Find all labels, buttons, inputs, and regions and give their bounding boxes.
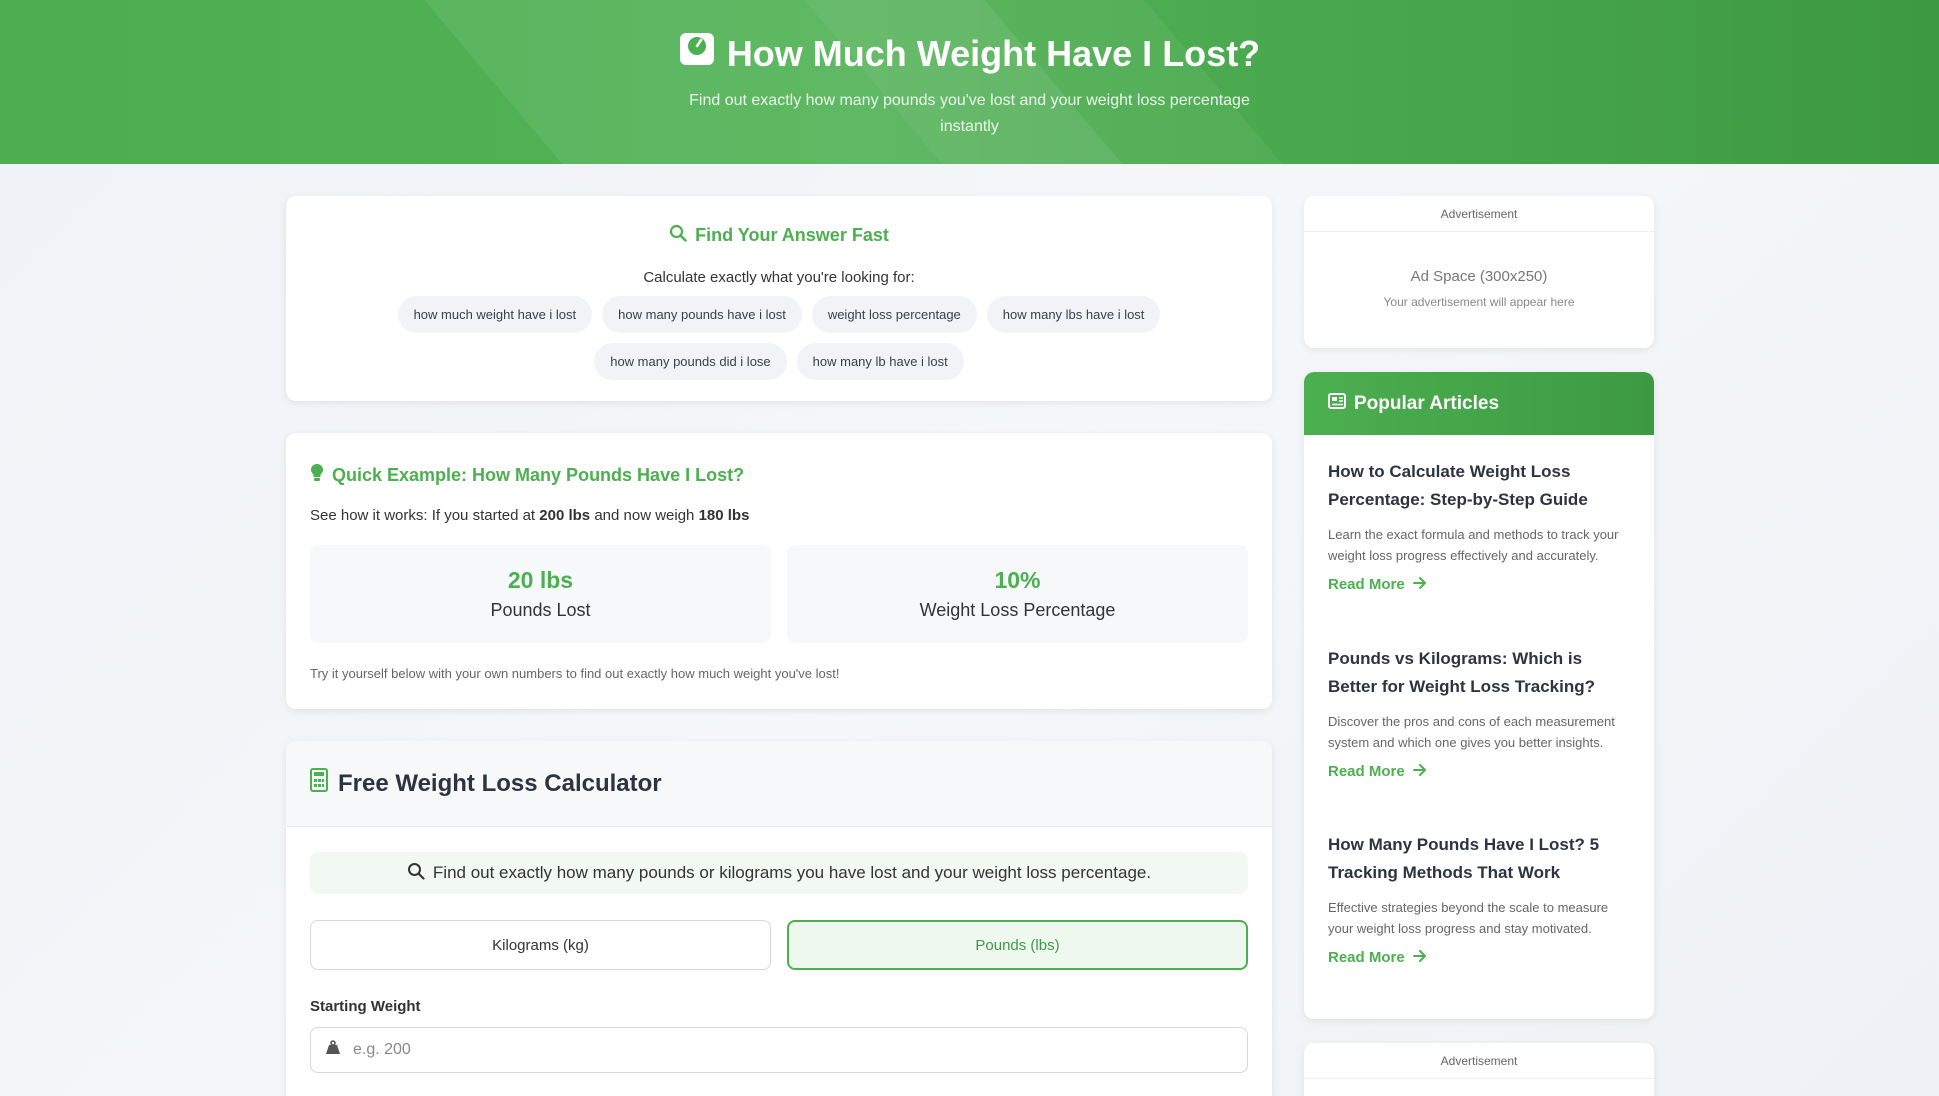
example-desc-middle: and now weigh	[590, 507, 699, 524]
weight-loss-percentage-label: Weight Loss Percentage	[919, 600, 1116, 620]
quick-example-heading: Quick Example: How Many Pounds Have I Lo…	[310, 463, 744, 487]
arrow-right-icon	[1412, 576, 1427, 593]
article-item: How to Calculate Weight Loss Percentage:…	[1328, 458, 1630, 593]
example-current-weight: 180 lbs	[698, 507, 750, 524]
read-more-link[interactable]: Read More	[1328, 949, 1630, 966]
quick-example-heading-text: Quick Example: How Many Pounds Have I Lo…	[332, 464, 745, 485]
advertisement-box: Advertisement Ad Space (300x250) Your ad…	[1304, 196, 1654, 348]
article-description: Discover the pros and cons of each measu…	[1328, 714, 1615, 750]
ad-space-text: Ad Space (300x250)	[1410, 268, 1548, 285]
chip-weight-loss-percentage[interactable]: weight loss percentage	[811, 296, 977, 333]
calculator-info-text: Find out exactly how many pounds or kilo…	[432, 863, 1152, 882]
starting-weight-input[interactable]	[353, 1041, 1213, 1059]
example-start-weight: 200 lbs	[539, 507, 591, 524]
calculator-header: Free Weight Loss Calculator	[286, 741, 1272, 827]
page-title-text: How Much Weight Have I Lost?	[726, 32, 1261, 74]
page-title: How Much Weight Have I Lost?	[0, 32, 1939, 75]
popular-articles-card: Popular Articles How to Calculate Weight…	[1304, 372, 1654, 1019]
article-title[interactable]: How Many Pounds Have I Lost? 5 Tracking …	[1328, 831, 1630, 887]
advertisement-box-2: Advertisement	[1304, 1043, 1654, 1096]
chip-how-many-pounds[interactable]: how many pounds have i lost	[602, 296, 802, 333]
pounds-lost-value: 20 lbs	[507, 567, 574, 593]
chip-how-many-lbs[interactable]: how many lbs have i lost	[986, 296, 1161, 333]
read-more-link[interactable]: Read More	[1328, 576, 1630, 593]
find-answer-heading: Find Your Answer Fast	[286, 224, 1272, 247]
calculator-icon	[310, 768, 328, 799]
weight-loss-percentage-stat: 10% Weight Loss Percentage	[787, 545, 1248, 643]
article-title[interactable]: Pounds vs Kilograms: Which is Better for…	[1328, 645, 1630, 701]
article-item: How Many Pounds Have I Lost? 5 Tracking …	[1328, 831, 1630, 966]
calculator-title: Free Weight Loss Calculator	[338, 769, 662, 797]
read-more-text: Read More	[1328, 949, 1405, 966]
unit-kilograms-button[interactable]: Kilograms (kg)	[310, 920, 771, 970]
chip-how-much-weight[interactable]: how much weight have i lost	[397, 296, 593, 333]
pounds-lost-label: Pounds Lost	[490, 600, 591, 620]
weight-scale-icon	[679, 32, 715, 75]
calculator-card: Free Weight Loss Calculator Find out exa…	[286, 741, 1272, 1096]
page-subtitle: Find out exactly how many pounds you've …	[689, 92, 1250, 135]
find-answer-card: Find Your Answer Fast Calculate exactly …	[286, 196, 1272, 401]
popular-articles-title: Popular Articles	[1354, 392, 1500, 414]
arrow-right-icon	[1412, 763, 1427, 780]
example-note: Try it yourself below with your own numb…	[310, 666, 840, 681]
read-more-text: Read More	[1328, 576, 1405, 593]
arrow-right-icon	[1412, 949, 1427, 966]
quick-example-card: Quick Example: How Many Pounds Have I Lo…	[286, 433, 1272, 709]
find-answer-lead: Calculate exactly what you're looking fo…	[643, 269, 915, 286]
starting-weight-label: Starting Weight	[310, 998, 421, 1015]
popular-articles-header: Popular Articles	[1304, 372, 1654, 435]
article-description: Effective strategies beyond the scale to…	[1328, 900, 1609, 936]
chip-how-many-pounds-did-i-lose[interactable]: how many pounds did i lose	[594, 343, 787, 380]
weight-loss-percentage-value: 10%	[994, 567, 1041, 593]
article-item: Pounds vs Kilograms: Which is Better for…	[1328, 645, 1630, 780]
newspaper-icon	[1328, 392, 1346, 415]
article-description: Learn the exact formula and methods to t…	[1328, 527, 1619, 563]
chip-how-many-lb[interactable]: how many lb have i lost	[796, 343, 964, 380]
ad-label: Advertisement	[1304, 1043, 1654, 1079]
lightbulb-icon	[310, 463, 324, 487]
find-answer-heading-text: Find Your Answer Fast	[695, 225, 889, 245]
example-desc-prefix: See how it works: If you started at	[310, 507, 540, 524]
ad-label: Advertisement	[1304, 196, 1654, 232]
weight-icon	[325, 1040, 341, 1060]
calculator-info: Find out exactly how many pounds or kilo…	[310, 852, 1248, 894]
search-icon	[669, 224, 687, 247]
read-more-text: Read More	[1328, 763, 1405, 780]
example-description: See how it works: If you started at 200 …	[310, 507, 749, 524]
page-header: How Much Weight Have I Lost? Find out ex…	[0, 0, 1939, 164]
search-icon	[407, 862, 425, 885]
starting-weight-field[interactable]	[310, 1027, 1248, 1073]
read-more-link[interactable]: Read More	[1328, 763, 1630, 780]
unit-pounds-button[interactable]: Pounds (lbs)	[787, 920, 1248, 970]
ad-placeholder-text: Your advertisement will appear here	[1383, 295, 1575, 309]
pounds-lost-stat: 20 lbs Pounds Lost	[310, 545, 771, 643]
search-chips: how much weight have i lost how many pou…	[359, 296, 1199, 380]
article-title[interactable]: How to Calculate Weight Loss Percentage:…	[1328, 458, 1630, 514]
